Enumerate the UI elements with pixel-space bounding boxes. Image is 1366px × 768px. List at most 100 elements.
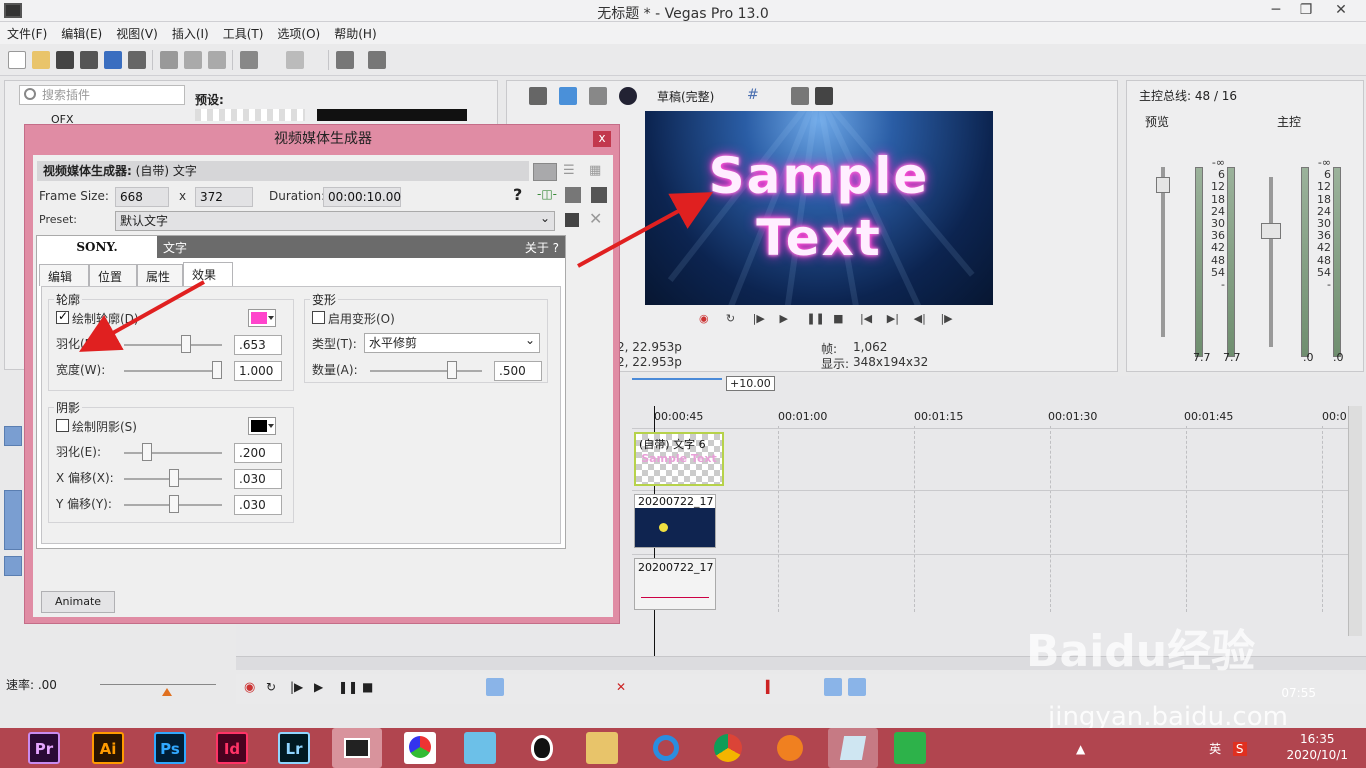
loop-icon[interactable]: ↻	[726, 312, 740, 325]
normal-edit-tool-icon[interactable]	[486, 678, 504, 696]
track-header-1[interactable]	[4, 426, 22, 446]
pause-icon[interactable]: ❚❚	[338, 680, 358, 698]
indesign-icon[interactable]: Id	[216, 732, 248, 764]
tab-position[interactable]: 位置	[89, 264, 137, 286]
outline-width-value[interactable]: 1.000	[234, 361, 282, 381]
play-from-start-icon[interactable]: |▶	[753, 312, 767, 325]
grid-icon[interactable]: #	[747, 87, 765, 105]
track-header-3[interactable]	[4, 556, 22, 576]
outline-feather-thumb[interactable]	[181, 335, 192, 353]
go-to-end-icon[interactable]: ▶|	[887, 312, 901, 325]
play-icon[interactable]: ▶	[779, 312, 793, 325]
copy-icon[interactable]	[184, 51, 202, 69]
track-row[interactable]	[632, 554, 1352, 612]
draw-outline-checkbox[interactable]	[56, 309, 69, 324]
qq-icon[interactable]	[526, 732, 558, 764]
chat-app-icon[interactable]	[464, 732, 496, 764]
track-row[interactable]	[632, 428, 1352, 490]
save-as-icon[interactable]	[80, 51, 98, 69]
undo-icon[interactable]	[240, 51, 258, 69]
help-icon[interactable]: ?	[513, 185, 522, 204]
outline-feather-value[interactable]: .653	[234, 335, 282, 355]
plugin-search-input[interactable]: 搜索插件	[19, 85, 185, 105]
help-cursor-icon[interactable]	[368, 51, 386, 69]
plugin-props-icon[interactable]	[591, 187, 607, 203]
rate-slider-thumb[interactable]	[162, 688, 172, 696]
delete-preset-icon[interactable]: ✕	[589, 209, 602, 228]
menu-insert[interactable]: 插入(I)	[165, 22, 216, 45]
preset-thumbnail-dark[interactable]	[317, 109, 467, 121]
minimize-button[interactable]: ─	[1261, 0, 1291, 22]
menu-options[interactable]: 选项(O)	[270, 22, 327, 45]
shadow-color-picker[interactable]	[248, 417, 276, 435]
audio-clip[interactable]: 20200722_17	[634, 558, 716, 610]
plugin-chain-icon[interactable]	[565, 187, 581, 203]
list-view-icon[interactable]: ☰	[563, 163, 583, 181]
preset-thumbnail[interactable]	[195, 109, 305, 121]
next-frame-icon[interactable]: |▶	[940, 312, 954, 325]
edit-tool-icon[interactable]	[336, 51, 354, 69]
menu-file[interactable]: 文件(F)	[0, 22, 54, 45]
shadow-feather-value[interactable]: .200	[234, 443, 282, 463]
redo-icon[interactable]	[286, 51, 304, 69]
time-ruler[interactable]: 00:00:45 00:01:00 00:01:15 00:01:30 00:0…	[632, 408, 1352, 426]
video-clip[interactable]: 20200722_17	[634, 494, 716, 548]
cut-icon[interactable]	[160, 51, 178, 69]
properties-icon[interactable]	[128, 51, 146, 69]
pause-icon[interactable]: ❚❚	[806, 312, 824, 325]
save-snapshot-icon[interactable]	[815, 87, 833, 105]
shadow-xoffset-thumb[interactable]	[169, 469, 180, 487]
preset-select[interactable]: 默认文字	[115, 209, 555, 231]
tab-edit[interactable]: 编辑	[39, 264, 89, 286]
view-mode-icon[interactable]	[533, 163, 557, 181]
tab-properties[interactable]: 属性	[137, 264, 183, 286]
outline-color-picker[interactable]	[248, 309, 276, 327]
shadow-feather-thumb[interactable]	[141, 443, 152, 461]
about-link[interactable]: 关于 ?	[525, 239, 559, 256]
shadow-xoffset-value[interactable]: .030	[234, 469, 282, 489]
timeline-vscroll[interactable]	[1348, 406, 1362, 636]
shadow-feather-slider[interactable]	[124, 452, 222, 454]
render-icon[interactable]	[104, 51, 122, 69]
preview-quality-select[interactable]: 草稿(完整)	[657, 88, 714, 105]
outline-width-slider[interactable]	[124, 370, 222, 372]
text-clip[interactable]: (自带) 文字 6 Sample Text	[634, 432, 724, 486]
dialog-close-button[interactable]: x	[593, 131, 611, 147]
transform-amount-thumb[interactable]	[446, 361, 457, 379]
menu-view[interactable]: 视图(V)	[109, 22, 165, 45]
loop-icon[interactable]: ↻	[266, 680, 284, 698]
external-monitor-icon[interactable]	[559, 87, 577, 105]
prev-frame-icon[interactable]: ◀|	[914, 312, 928, 325]
close-button[interactable]: ✕	[1326, 0, 1356, 22]
copy-snapshot-icon[interactable]	[791, 87, 809, 105]
browser-c-icon[interactable]	[650, 732, 682, 764]
split-screen-icon[interactable]	[589, 87, 607, 105]
overlay-icon[interactable]	[619, 87, 637, 105]
play-from-start-icon[interactable]: |▶	[290, 680, 308, 698]
save-icon[interactable]	[56, 51, 74, 69]
menu-edit[interactable]: 编辑(E)	[54, 22, 109, 45]
enable-transform-checkbox[interactable]	[312, 311, 325, 324]
tab-effects[interactable]: 效果	[183, 262, 233, 286]
premiere-icon[interactable]: Pr	[28, 732, 60, 764]
outline-feather-slider[interactable]	[124, 344, 222, 346]
preview-props-icon[interactable]	[529, 87, 547, 105]
duration-input[interactable]: 00:00:10.00	[323, 187, 401, 207]
transform-type-select[interactable]: 水平修剪	[364, 331, 540, 353]
snapping-icon[interactable]	[848, 678, 866, 696]
master-fader[interactable]	[1261, 223, 1281, 239]
tray-expand-icon[interactable]: ▲	[1076, 742, 1085, 756]
new-file-icon[interactable]	[8, 51, 26, 69]
app-colorful-icon[interactable]	[404, 732, 436, 764]
go-to-start-icon[interactable]: |◀	[860, 312, 874, 325]
record-icon[interactable]: ◉	[244, 680, 262, 698]
shadow-yoffset-thumb[interactable]	[169, 495, 180, 513]
save-preset-icon[interactable]	[565, 213, 579, 227]
keyframe-icon[interactable]: -◫-	[537, 187, 557, 201]
frame-height-input[interactable]: 372	[195, 187, 253, 207]
draw-shadow-checkbox[interactable]	[56, 419, 69, 432]
lightroom-icon[interactable]: Lr	[278, 732, 310, 764]
transform-amount-slider[interactable]	[370, 370, 482, 372]
photoshop-icon[interactable]: Ps	[154, 732, 186, 764]
frame-width-input[interactable]: 668	[115, 187, 169, 207]
